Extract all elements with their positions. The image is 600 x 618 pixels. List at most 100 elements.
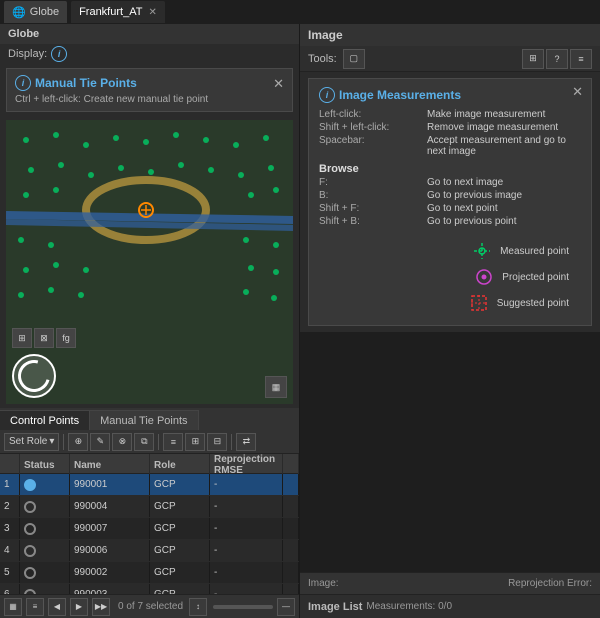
footer-layer-btn[interactable]: ▦	[4, 598, 22, 616]
table-footer: ▦ ≡ ◀ ▶ ▶▶ 0 of 7 selected ↕ —	[0, 594, 299, 618]
tie-points-instruction: Ctrl + left-click: Create new manual tie…	[15, 94, 284, 105]
map-zoom-out-btn[interactable]: fg	[56, 328, 76, 348]
meas-key-0: Left-click:	[319, 109, 419, 120]
td-num: 4	[0, 540, 20, 561]
browse-section: Browse	[319, 163, 581, 175]
td-status	[20, 474, 70, 495]
toolbar-separator-2	[158, 434, 159, 450]
browse-val-3: Go to previous point	[427, 216, 581, 227]
help-icon[interactable]: i	[51, 46, 67, 62]
globe-icon: 🌐	[12, 6, 26, 19]
measurements-info-icon[interactable]: i	[319, 87, 335, 103]
status-circle	[24, 479, 36, 491]
th-rmse: Reprojection RMSE	[210, 454, 283, 476]
table-row[interactable]: 4 990006 GCP -	[0, 540, 299, 562]
td-status	[20, 496, 70, 517]
td-extra	[283, 518, 299, 539]
measurements-grid: Left-click: Make image measurement Shift…	[319, 109, 581, 157]
map-rotate-btn[interactable]	[12, 354, 56, 398]
tab-control-points[interactable]: Control Points	[0, 410, 90, 430]
meas-val-0: Make image measurement	[427, 109, 581, 120]
image-display-area[interactable]	[300, 332, 600, 572]
footer-slider[interactable]	[213, 605, 273, 609]
th-role: Role	[150, 454, 210, 476]
td-role: GCP	[150, 540, 210, 561]
toolbar-btn-8[interactable]: ⇄	[236, 433, 256, 451]
td-status	[20, 562, 70, 583]
footer-sort-btn[interactable]: ↕	[189, 598, 207, 616]
toolbar-btn-6[interactable]: ⊞	[185, 433, 205, 451]
td-role: GCP	[150, 518, 210, 539]
measurements-title: Image Measurements	[339, 88, 461, 102]
globe-header: Globe	[0, 24, 299, 44]
toolbar-btn-4[interactable]: ⧉	[134, 433, 154, 451]
tie-points-close-icon[interactable]: ✕	[273, 77, 284, 90]
tab-manual-tie-points[interactable]: Manual Tie Points	[90, 410, 198, 430]
tab-globe[interactable]: 🌐 Globe	[4, 1, 67, 23]
measured-point-icon	[472, 241, 492, 261]
image-measurements-panel: i Image Measurements ✕ Left-click: Make …	[308, 78, 592, 326]
td-name: 990002	[70, 562, 150, 583]
td-name: 990007	[70, 518, 150, 539]
tie-points-panel: i Manual Tie Points ✕ Ctrl + left-click:…	[6, 68, 293, 112]
table-row[interactable]: 5 990002 GCP -	[0, 562, 299, 584]
table-row[interactable]: 3 990007 GCP -	[0, 518, 299, 540]
projected-point-icon	[474, 267, 494, 287]
toolbar-btn-5[interactable]: ≡	[163, 433, 183, 451]
th-status: Status	[20, 454, 70, 476]
set-role-dropdown[interactable]: Set Role ▾	[4, 433, 59, 451]
status-circle	[24, 567, 36, 579]
map-layer-btn[interactable]: ▦	[265, 376, 287, 398]
footer-play-btn[interactable]: ▶	[70, 598, 88, 616]
toolbar-btn-3[interactable]: ⊗	[112, 433, 132, 451]
browse-key-0: F:	[319, 177, 419, 188]
toolbar-separator	[63, 434, 64, 450]
bottom-section: Control Points Manual Tie Points Set Rol…	[0, 408, 299, 618]
tab-frankfurt[interactable]: Frankfurt_AT ✕	[71, 1, 165, 23]
tool-cursor-btn[interactable]: ▢	[343, 49, 365, 69]
image-list-label: Image List	[308, 601, 362, 613]
td-extra	[283, 496, 299, 517]
data-table: Status Name Role Reprojection RMSE 1 990…	[0, 454, 299, 594]
map-zoom-extent-btn[interactable]: ⊞	[12, 328, 32, 348]
td-num: 6	[0, 584, 20, 594]
tool-info-btn[interactable]: ?	[546, 49, 568, 69]
meas-key-2: Spacebar:	[319, 135, 419, 157]
selection-info: 0 of 7 selected	[118, 601, 183, 612]
measurements-close-icon[interactable]: ✕	[572, 85, 583, 98]
table-row[interactable]: 1 990001 GCP -	[0, 474, 299, 496]
toolbar-btn-1[interactable]: ⊕	[68, 433, 88, 451]
td-rmse: -	[210, 540, 283, 561]
tool-grid-btn[interactable]: ⊞	[522, 49, 544, 69]
toolbar-btn-2[interactable]: ✎	[90, 433, 110, 451]
browse-key-1: B:	[319, 190, 419, 201]
table-row[interactable]: 2 990004 GCP -	[0, 496, 299, 518]
map-controls: ⊞ ⊠ fg	[12, 328, 76, 398]
table-row[interactable]: 6 990003 GCP -	[0, 584, 299, 594]
status-circle	[24, 523, 36, 535]
browse-key-2: Shift + F:	[319, 203, 419, 214]
td-role: GCP	[150, 474, 210, 495]
map-area[interactable]: ⊞ ⊠ fg ▦	[6, 120, 293, 404]
close-tab-icon[interactable]: ✕	[148, 7, 156, 18]
tools-label: Tools:	[308, 53, 337, 65]
footer-end-btn[interactable]: —	[277, 598, 295, 616]
tie-points-info-icon[interactable]: i	[15, 75, 31, 91]
tool-settings-btn[interactable]: ≡	[570, 49, 592, 69]
suggested-point-icon	[469, 293, 489, 313]
toolbar-btn-7[interactable]: ⊟	[207, 433, 227, 451]
browse-key-3: Shift + B:	[319, 216, 419, 227]
td-rmse: -	[210, 584, 283, 594]
browse-val-1: Go to previous image	[427, 190, 581, 201]
footer-prev-btn[interactable]: ◀	[48, 598, 66, 616]
main-layout: Globe Display: i i Manual Tie Points ✕ C…	[0, 24, 600, 618]
td-num: 3	[0, 518, 20, 539]
td-name: 990004	[70, 496, 150, 517]
td-name: 990003	[70, 584, 150, 594]
td-extra	[283, 474, 299, 495]
image-header: Image	[300, 24, 600, 46]
browse-val-2: Go to next point	[427, 203, 581, 214]
map-zoom-in-btn[interactable]: ⊠	[34, 328, 54, 348]
footer-table-btn[interactable]: ≡	[26, 598, 44, 616]
footer-next-btn[interactable]: ▶▶	[92, 598, 110, 616]
